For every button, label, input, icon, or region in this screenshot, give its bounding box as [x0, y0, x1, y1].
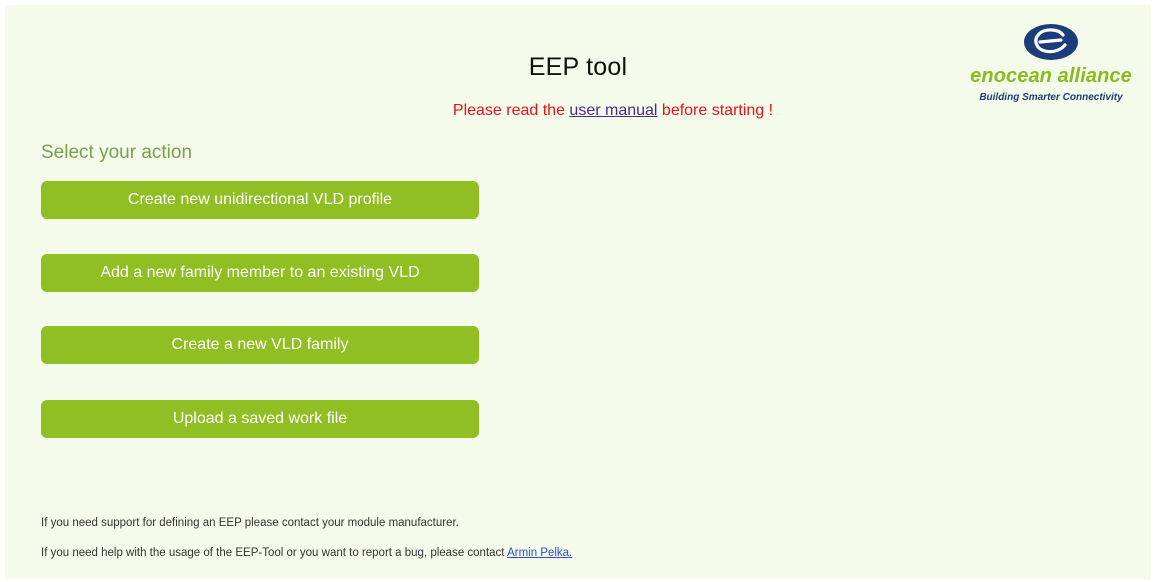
create-vld-family-button[interactable]: Create a new VLD family — [41, 326, 479, 364]
help-prefix: If you need help with the usage of the E… — [41, 547, 508, 559]
upload-work-file-button[interactable]: Upload a saved work file — [41, 400, 479, 438]
user-manual-link[interactable]: user manual — [569, 102, 657, 119]
contact-link[interactable]: Armin Pelka. — [507, 547, 572, 559]
help-text: If you need help with the usage of the E… — [41, 547, 572, 559]
enocean-logo: enocean alliance Building Smarter Connec… — [965, 23, 1137, 113]
notice-prefix: Please read the — [452, 102, 570, 119]
notice-suffix: before starting ! — [657, 102, 774, 119]
support-text: If you need support for defining an EEP … — [41, 517, 459, 529]
create-unidirectional-vld-button[interactable]: Create new unidirectional VLD profile — [41, 181, 479, 219]
section-heading: Select your action — [41, 142, 193, 163]
logo-name: enocean alliance — [970, 65, 1132, 87]
add-family-member-button[interactable]: Add a new family member to an existing V… — [41, 254, 479, 292]
logo-tagline: Building Smarter Connectivity — [979, 92, 1123, 103]
enocean-emblem-icon — [1024, 24, 1078, 60]
page-container: EEP tool Please read the user manual bef… — [5, 5, 1151, 579]
